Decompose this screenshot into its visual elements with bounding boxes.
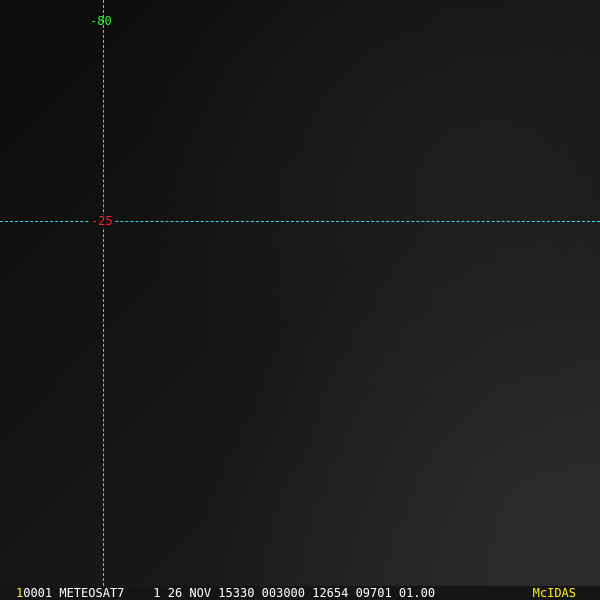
grid-label-25: -25	[90, 214, 114, 228]
longitude-grid-line	[103, 0, 104, 586]
mcidas-brand: McIDAS	[532, 586, 576, 600]
image-info: 0001 METEOSAT7 1 26 NOV 15330 003000 126…	[23, 586, 436, 600]
status-bar: 10001 METEOSAT7 1 26 NOV 15330 003000 12…	[0, 586, 600, 600]
satellite-image: -80 -25 10001 METEOSAT7 1 26 NOV 15330 0…	[0, 0, 600, 600]
grid-label-80: -80	[90, 14, 112, 28]
